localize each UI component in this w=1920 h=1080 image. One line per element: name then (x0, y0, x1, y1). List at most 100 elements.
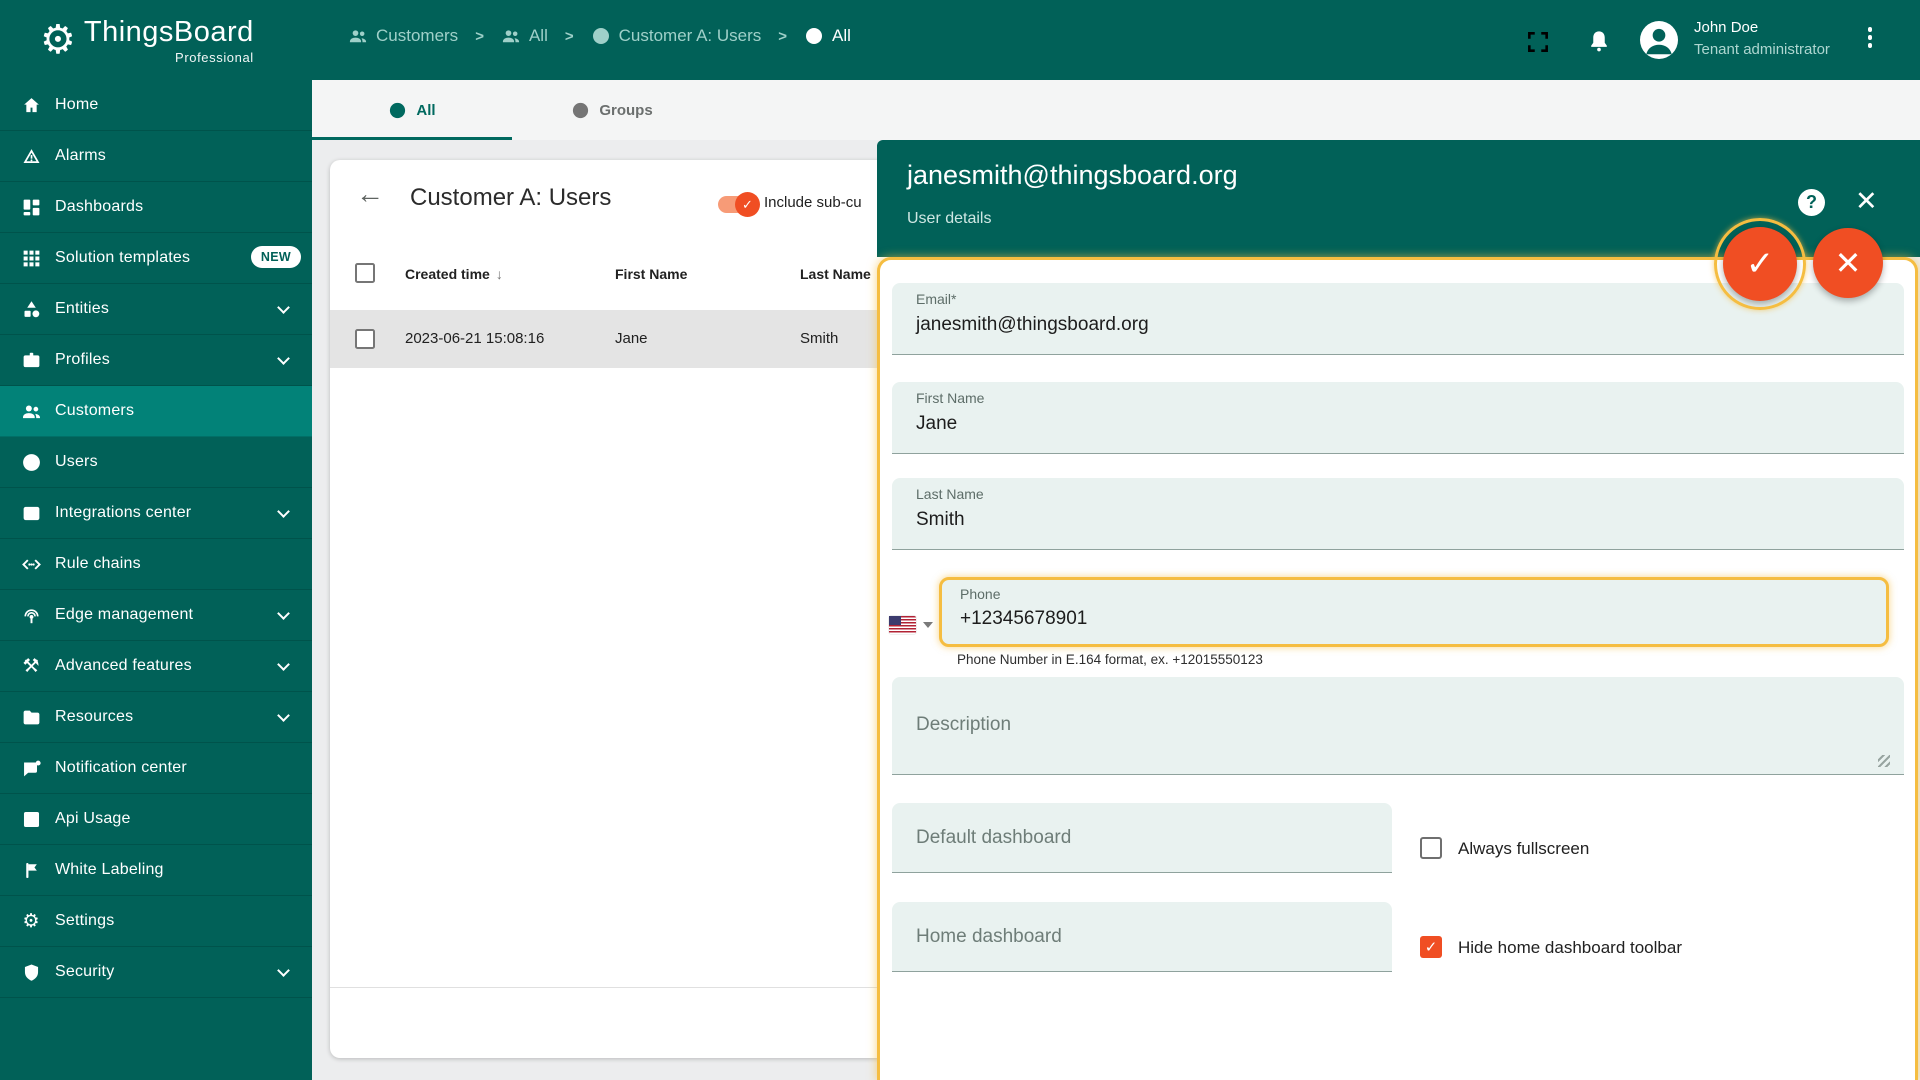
shapes-icon (19, 297, 43, 321)
code-chain-icon (19, 552, 43, 576)
account-icon (390, 102, 406, 118)
sidebar-item-settings[interactable]: ⚙ Settings (0, 896, 312, 947)
flag-icon (19, 858, 43, 882)
column-header-first-name[interactable]: First Name (615, 266, 687, 282)
tab-groups[interactable]: Groups (512, 80, 712, 140)
phone-field[interactable]: Phone +12345678901 (939, 577, 1889, 647)
sidebar-item-advanced-features[interactable]: ⚒ Advanced features (0, 641, 312, 692)
shield-icon (19, 960, 43, 984)
breadcrumb-separator: > (778, 27, 788, 45)
chevron-down-icon (277, 607, 290, 620)
panel-title: janesmith@thingsboard.org (907, 160, 1238, 190)
phone-label: Phone (960, 586, 1001, 602)
default-dashboard-field[interactable]: Default dashboard (892, 803, 1392, 873)
select-all-checkbox[interactable] (355, 263, 375, 283)
account-icon (573, 102, 589, 118)
hide-toolbar-label: Hide home dashboard toolbar (1458, 938, 1682, 957)
sidebar-item-entities[interactable]: Entities (0, 284, 312, 335)
sidebar-item-solution-templates[interactable]: Solution templates NEW (0, 233, 312, 284)
fullscreen-icon[interactable] (1525, 29, 1551, 55)
sidebar-item-alarms[interactable]: Alarms (0, 131, 312, 182)
save-button[interactable]: ✓ (1714, 218, 1806, 310)
sidebar-item-resources[interactable]: Resources (0, 692, 312, 743)
new-badge: NEW (250, 246, 301, 268)
row-checkbox[interactable] (355, 329, 375, 349)
alarm-warning-icon (19, 144, 43, 168)
avatar-person-icon (1646, 28, 1672, 55)
hide-toolbar-checkbox[interactable]: ✓ (1420, 936, 1442, 958)
help-icon[interactable]: ? (1798, 189, 1825, 216)
account-icon (19, 450, 43, 474)
always-fullscreen-checkbox[interactable] (1420, 837, 1442, 859)
last-name-field[interactable]: Last Name Smith (892, 478, 1904, 550)
sidebar-item-edge-management[interactable]: Edge management (0, 590, 312, 641)
user-details-form: Email* janesmith@thingsboard.org First N… (877, 257, 1918, 1080)
badge-icon (19, 348, 43, 372)
thingsboard-app: ⚙ ThingsBoard Professional Customers > A… (0, 0, 1920, 1080)
home-dashboard-placeholder: Home dashboard (916, 926, 1062, 947)
tab-all[interactable]: All (312, 80, 512, 140)
close-icon[interactable]: ✕ (1855, 186, 1878, 216)
sidebar-item-home[interactable]: Home (0, 80, 312, 131)
sidebar-item-customers[interactable]: Customers (0, 386, 312, 437)
sidebar-item-security[interactable]: Security (0, 947, 312, 998)
account-icon (592, 28, 609, 44)
chevron-down-icon (277, 658, 290, 671)
toggle-label: Include sub-cu (764, 194, 862, 211)
back-arrow-icon[interactable]: ← (356, 178, 384, 210)
people-icon (502, 30, 520, 43)
top-bar: ⚙ ThingsBoard Professional Customers > A… (0, 0, 1920, 80)
sidebar-item-rule-chains[interactable]: Rule chains (0, 539, 312, 590)
notifications-bell-icon[interactable] (1586, 27, 1612, 55)
sidebar-item-api-usage[interactable]: Api Usage (0, 794, 312, 845)
sidebar-item-users[interactable]: Users (0, 437, 312, 488)
account-icon (806, 28, 823, 44)
breadcrumb-customers[interactable]: Customers (348, 26, 458, 46)
phone-country-selector[interactable] (889, 612, 937, 638)
sidebar-item-dashboards[interactable]: Dashboards (0, 182, 312, 233)
user-avatar[interactable] (1640, 21, 1678, 59)
breadcrumb-separator: > (475, 27, 484, 45)
cell-last-name: Smith (800, 330, 839, 347)
caret-down-icon (923, 622, 933, 628)
breadcrumb: Customers > All > Customer A: Users > Al… (348, 0, 851, 72)
toggle-check-icon: ✓ (735, 192, 760, 217)
always-fullscreen-label: Always fullscreen (1458, 839, 1590, 858)
include-sub-customers-toggle[interactable]: ✓ (718, 192, 760, 217)
email-label: Email* (916, 291, 957, 307)
user-role: Tenant administrator (1694, 41, 1830, 58)
tools-icon: ⚒ (22, 655, 40, 677)
sidebar-item-integrations-center[interactable]: Integrations center (0, 488, 312, 539)
breadcrumb-all-customers[interactable]: All (501, 26, 548, 46)
cell-first-name: Jane (615, 330, 648, 347)
us-flag-icon (889, 616, 916, 634)
sidebar-item-white-labeling[interactable]: White Labeling (0, 845, 312, 896)
app-subtitle: Professional (175, 50, 254, 65)
sidebar-item-notification-center[interactable]: Notification center (0, 743, 312, 794)
chevron-down-icon (277, 505, 290, 518)
phone-value: +12345678901 (960, 608, 1088, 629)
breadcrumb-separator: > (564, 27, 574, 45)
chevron-down-icon (277, 352, 290, 365)
column-header-last-name[interactable]: Last Name (800, 266, 871, 282)
default-dashboard-placeholder: Default dashboard (916, 827, 1072, 848)
breadcrumb-customer-a-users[interactable]: Customer A: Users (591, 26, 761, 46)
first-name-field[interactable]: First Name Jane (892, 382, 1904, 454)
column-header-created-time[interactable]: Created time ↓ (405, 266, 503, 282)
email-value: janesmith@thingsboard.org (916, 314, 1149, 335)
notification-icon (19, 756, 43, 780)
resize-grip-icon[interactable] (1878, 755, 1890, 767)
chevron-down-icon (277, 709, 290, 722)
cancel-button[interactable]: ✕ (1813, 228, 1883, 298)
thingsboard-gear-logo-icon: ⚙ (40, 18, 76, 62)
dashboards-icon (19, 195, 43, 219)
app-logo[interactable]: ⚙ ThingsBoard Professional (40, 10, 254, 70)
first-name-value: Jane (916, 413, 958, 434)
breadcrumb-all-users-current[interactable]: All (804, 26, 851, 46)
sidebar-item-profiles[interactable]: Profiles (0, 335, 312, 386)
description-textarea[interactable]: Description (892, 677, 1904, 775)
chevron-down-icon (277, 301, 290, 314)
home-dashboard-field[interactable]: Home dashboard (892, 902, 1392, 972)
chevron-down-icon (277, 964, 290, 977)
kebab-menu-icon[interactable] (1862, 27, 1878, 55)
